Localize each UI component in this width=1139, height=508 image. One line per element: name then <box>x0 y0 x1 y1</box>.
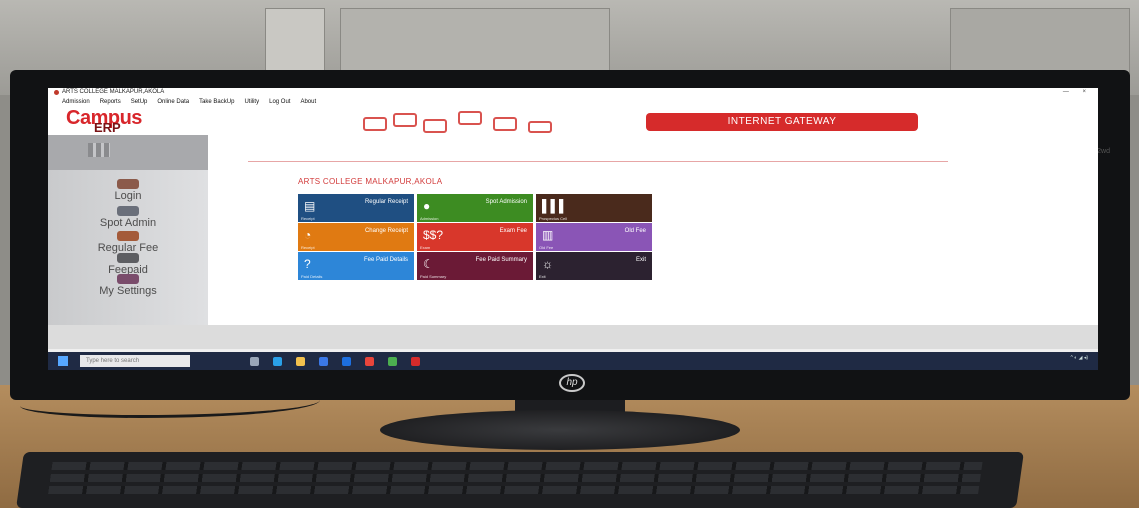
task-view-icon[interactable] <box>250 356 259 366</box>
tile-fee-paid-details[interactable]: ? Fee Paid Details Paid Details <box>298 252 414 280</box>
sidebar: Login Spot Admin Regular Fee Feepaid My … <box>48 135 208 325</box>
tile-sub: Prospectus Cell <box>539 216 568 221</box>
store-icon[interactable] <box>319 356 328 366</box>
campus-erp-icon[interactable] <box>411 356 420 366</box>
feepaid-icon <box>117 253 139 263</box>
windows-start-icon[interactable] <box>58 356 68 366</box>
sidebar-item-regular-fee[interactable]: Regular Fee <box>48 231 208 254</box>
hp-logo-icon: hp <box>559 374 585 392</box>
taskbar: Type here to search ^ ◐ ◢ ◂) <box>48 352 1098 370</box>
question-icon: ? <box>304 257 311 271</box>
logo-sub: ERP <box>94 120 121 135</box>
tile-sub: Receipt <box>301 216 315 221</box>
tile-label: Change Receipt <box>364 228 408 234</box>
app-icon <box>54 90 59 95</box>
tile-regular-receipt[interactable]: ▤ Regular Receipt Receipt <box>298 194 414 222</box>
divider <box>248 161 948 162</box>
menu-utility[interactable]: Utility <box>244 97 259 107</box>
bar-icon: ▌▌▌ <box>542 199 568 213</box>
menu-take-backup[interactable]: Take BackUp <box>199 97 234 107</box>
menu-admission[interactable]: Admission <box>62 97 90 107</box>
footer-band <box>48 325 1098 349</box>
menu-log-out[interactable]: Log Out <box>269 97 290 107</box>
app-header: Campus ERP INTERNET GATEWAY <box>48 107 1098 155</box>
college-name: ARTS COLLEGE MALKAPUR,AKOLA <box>298 177 443 186</box>
taskbar-apps <box>250 356 420 366</box>
chrome-icon[interactable] <box>365 356 374 366</box>
sidebar-item-spot-admin[interactable]: Spot Admin <box>48 206 208 229</box>
internet-gateway-button[interactable]: INTERNET GATEWAY <box>646 113 918 131</box>
menu-bar: Admission Reports SetUp Online Data Take… <box>48 97 1098 107</box>
sidebar-header-strip <box>48 135 208 170</box>
regular-fee-icon <box>117 231 139 241</box>
menu-setup[interactable]: SetUp <box>131 97 148 107</box>
tile-sub: Exam <box>420 245 431 250</box>
app-icon[interactable] <box>388 356 397 366</box>
dollar-icon: $$? <box>423 228 444 242</box>
menu-reports[interactable]: Reports <box>100 97 121 107</box>
sidebar-item-label: Login <box>114 190 142 202</box>
sidebar-item-login[interactable]: Login <box>48 179 208 202</box>
file-explorer-icon[interactable] <box>296 356 305 366</box>
settings-icon <box>117 274 139 284</box>
screen: ARTS COLLEGE MALKAPUR,AKOLA — × Admissio… <box>48 88 1098 370</box>
window-title: ARTS COLLEGE MALKAPUR,AKOLA <box>62 89 165 95</box>
tile-spot-admission[interactable]: ● Spot Admission Admission <box>417 194 533 222</box>
person-icon: ● <box>423 199 431 213</box>
sidebar-item-feepaid[interactable]: Feepaid <box>48 253 208 276</box>
sidebar-item-label: Spot Admin <box>99 217 157 229</box>
spot-admin-icon <box>117 206 139 216</box>
tile-old-fee[interactable]: ▥ Old Fee Old Fee <box>536 223 652 251</box>
tile-fee-paid-summary[interactable]: ☾ Fee Paid Summary Paid Summary <box>417 252 533 280</box>
grid-icon <box>88 143 110 157</box>
book-icon: ▥ <box>542 228 554 242</box>
sidebar-item-my-settings[interactable]: My Settings <box>48 274 208 297</box>
pie-icon: ◔ <box>304 228 312 242</box>
tile-prospectus-cell[interactable]: ▌▌▌ Prospectus Cell <box>536 194 652 222</box>
tile-sub: Paid Details <box>301 274 323 279</box>
sidebar-item-label: My Settings <box>99 285 157 297</box>
tile-sub: Admission <box>420 216 439 221</box>
tile-label: Old Fee <box>624 228 646 234</box>
system-tray[interactable]: ^ ◐ ◢ ◂) <box>1070 355 1088 361</box>
tile-exit[interactable]: ☼ Exit Exit <box>536 252 652 280</box>
tile-exam-fee[interactable]: $$? Exam Fee Exam <box>417 223 533 251</box>
window-controls[interactable]: — × <box>1063 88 1092 97</box>
tile-change-receipt[interactable]: ◔ Change Receipt Receipt <box>298 223 414 251</box>
login-icon <box>117 179 139 189</box>
tile-label: Fee Paid Summary <box>475 257 527 263</box>
mail-icon[interactable] <box>342 356 351 366</box>
tile-label: Spot Admission <box>485 199 527 205</box>
tile-sub: Receipt <box>301 245 315 250</box>
tile-sub: Exit <box>539 274 546 279</box>
tile-sub: Old Fee <box>539 245 554 250</box>
receipt-icon: ▤ <box>304 199 316 213</box>
tile-sub: Paid Summary <box>420 274 447 279</box>
menu-online-data[interactable]: Online Data <box>157 97 189 107</box>
keyboard <box>16 452 1024 508</box>
tile-label: Exam Fee <box>499 228 527 234</box>
tile-label: Fee Paid Details <box>363 257 408 263</box>
taskbar-search-input[interactable]: Type here to search <box>80 355 190 367</box>
moon-icon: ☾ <box>423 257 434 271</box>
monitor-stand-base <box>380 410 740 450</box>
edge-icon[interactable] <box>273 356 282 366</box>
menu-about[interactable]: About <box>300 97 316 107</box>
tile-label: Exit <box>635 257 646 263</box>
tile-label: Regular Receipt <box>364 199 408 205</box>
window-titlebar: ARTS COLLEGE MALKAPUR,AKOLA — × <box>48 88 1098 97</box>
sun-icon: ☼ <box>542 257 553 271</box>
